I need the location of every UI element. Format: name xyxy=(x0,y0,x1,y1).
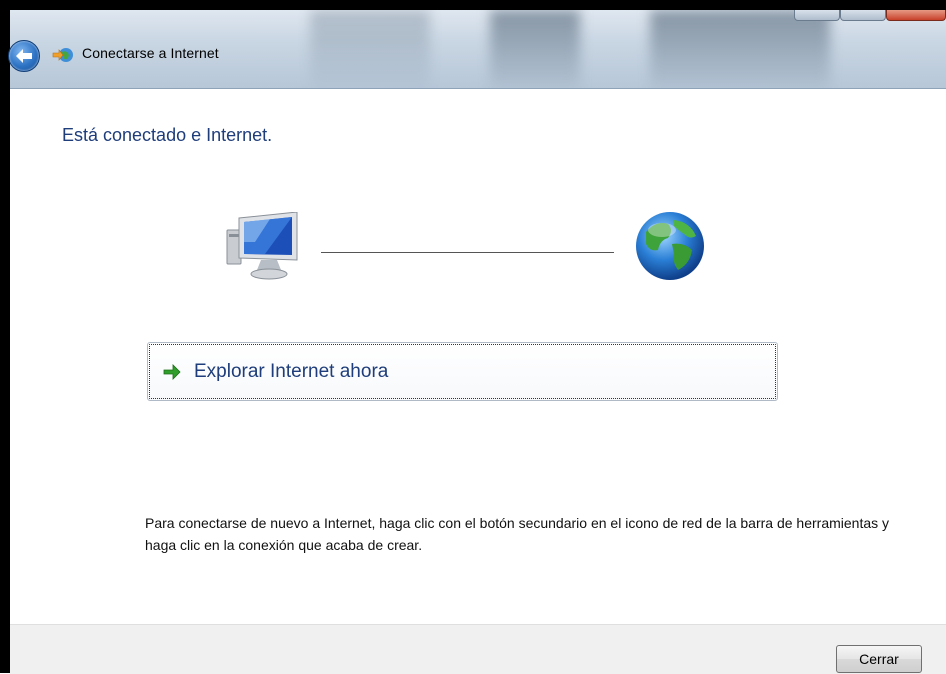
glass-streak xyxy=(490,10,580,88)
close-button[interactable]: Cerrar xyxy=(836,645,922,673)
network-connection-icon xyxy=(52,48,73,62)
connection-line xyxy=(321,252,614,253)
reconnect-instructions: Para conectarse de nuevo a Internet, hag… xyxy=(145,515,890,553)
top-border xyxy=(0,0,946,10)
glass-streak xyxy=(650,10,830,88)
connect-to-internet-dialog: Conectarse a Internet Está conectado e I… xyxy=(0,0,946,674)
window-controls xyxy=(794,10,946,21)
browse-internet-link[interactable]: Explorar Internet ahora xyxy=(147,342,778,401)
dialog-footer xyxy=(10,624,946,674)
back-arrow-icon xyxy=(16,49,32,63)
globe-icon xyxy=(636,212,704,280)
left-border xyxy=(0,0,10,673)
green-arrow-icon xyxy=(163,363,181,380)
close-window-button[interactable] xyxy=(886,10,946,21)
page-heading: Está conectado e Internet. xyxy=(62,125,273,145)
computer-icon xyxy=(226,212,298,280)
glass-streak xyxy=(310,10,430,88)
minimize-button[interactable] xyxy=(794,10,840,21)
window-title: Conectarse a Internet xyxy=(82,45,219,61)
back-button[interactable] xyxy=(8,40,40,72)
maximize-button[interactable] xyxy=(840,10,886,21)
browse-internet-label: Explorar Internet ahora xyxy=(194,360,389,382)
